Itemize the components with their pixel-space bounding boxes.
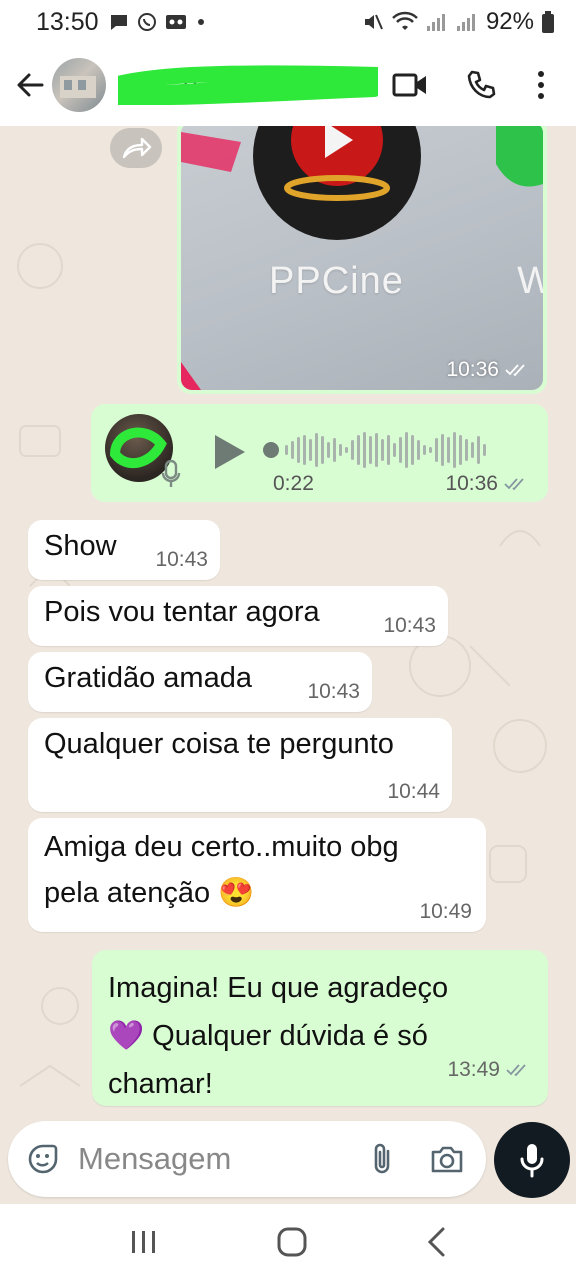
message-time: 10:44: [387, 780, 440, 803]
mic-icon: [520, 1144, 544, 1178]
message-time: 10:43: [155, 548, 208, 571]
status-bar: 13:50 92%: [0, 0, 576, 44]
camera-icon[interactable]: [430, 1144, 464, 1174]
message-text-line-1: Amiga deu certo..muito obg: [44, 831, 399, 863]
voice-message[interactable]: 0:22 10:36: [91, 404, 548, 502]
wifi-icon: [392, 11, 418, 30]
image-content: [181, 126, 543, 390]
incoming-message[interactable]: Amiga deu certo..muito obg pela atenção …: [28, 818, 486, 932]
chat-header: 55 ... 9261 ..: [0, 44, 576, 126]
message-text: Pois vou tentar agora: [44, 596, 320, 628]
voicemail-icon: [165, 15, 186, 29]
image-message-time: 10:36: [446, 358, 529, 382]
image-message[interactable]: PPCine W 10:36: [177, 126, 547, 394]
message-text-line-1: Imagina! Eu que agradeço: [108, 972, 449, 1004]
message-input-bar: Mensagem: [8, 1121, 486, 1197]
message-time-text: 13:49: [447, 1058, 500, 1081]
message-time: 10:43: [307, 680, 360, 703]
incoming-message[interactable]: Show 10:43: [28, 520, 220, 580]
voice-message-time: 10:36: [445, 472, 528, 496]
input-actions: [370, 1142, 464, 1176]
app-label: PPCine: [269, 260, 404, 302]
play-icon[interactable]: [211, 432, 247, 472]
incoming-message[interactable]: Qualquer coisa te pergunto 10:44: [28, 718, 452, 812]
sticker-icon[interactable]: [26, 1142, 60, 1176]
nav-back-icon[interactable]: [425, 1226, 447, 1258]
incoming-message[interactable]: Pois vou tentar agora 10:43: [28, 586, 448, 646]
mute-icon: [364, 14, 383, 30]
message-time: 10:49: [419, 900, 472, 923]
message-text: Show: [44, 530, 117, 562]
voice-progress-dot[interactable]: [263, 442, 279, 458]
chat-area[interactable]: PPCine W 10:36 0:22 10:36 Show 10:43 Poi…: [0, 126, 576, 1126]
contact-name[interactable]: 55 ... 9261 ..: [118, 65, 378, 105]
message-time: 10:43: [383, 614, 436, 637]
message-input[interactable]: Mensagem: [78, 1141, 370, 1177]
incoming-message[interactable]: Gratidão amada 10:43: [28, 652, 372, 712]
image-time-text: 10:36: [446, 358, 499, 381]
read-ticks-icon: [505, 364, 525, 377]
system-nav-bar: [0, 1204, 576, 1280]
status-right: 92%: [362, 8, 554, 36]
mic-button[interactable]: [494, 1122, 570, 1198]
status-time: 13:50: [36, 7, 99, 36]
message-text: Gratidão amada: [44, 662, 252, 694]
voice-duration: 0:22: [273, 472, 314, 495]
message-text-line-2: pela atenção 😍: [44, 877, 255, 909]
notification-icons: [109, 11, 204, 33]
message-time: 13:49: [447, 1046, 530, 1094]
forward-button[interactable]: [110, 128, 162, 168]
attach-icon[interactable]: [370, 1142, 394, 1176]
signal-icon: [426, 14, 445, 31]
voice-waveform[interactable]: [259, 430, 486, 470]
back-arrow-icon: [17, 73, 44, 97]
video-call-icon[interactable]: [392, 70, 428, 100]
read-ticks-icon: [506, 1064, 526, 1077]
phone-icon[interactable]: [466, 69, 498, 101]
more-vert-icon[interactable]: [536, 70, 546, 100]
message-icon: [110, 15, 127, 30]
forward-icon: [122, 137, 152, 159]
home-icon[interactable]: [276, 1226, 308, 1258]
header-actions: [392, 69, 546, 101]
battery-level: 92%: [485, 8, 534, 35]
app-label-partial: W: [517, 260, 543, 302]
voice-time-text: 10:36: [445, 472, 498, 495]
outgoing-message[interactable]: Imagina! Eu que agradeço 💜 Qualquer dúvi…: [92, 950, 548, 1106]
recent-apps-icon[interactable]: [129, 1229, 159, 1255]
signal-2-icon: [456, 14, 475, 31]
more-notifications-dot: [197, 19, 204, 25]
read-ticks-icon: [504, 478, 524, 491]
redaction-scribble: [118, 65, 378, 105]
voice-mic-icon: [161, 459, 181, 487]
back-button[interactable]: [8, 55, 52, 115]
whatsapp-icon: [137, 13, 156, 31]
message-text: Qualquer coisa te pergunto: [44, 728, 394, 760]
image-thumbnail: PPCine W 10:36: [181, 126, 543, 390]
contact-avatar[interactable]: [52, 58, 106, 112]
battery-icon: [542, 11, 554, 33]
